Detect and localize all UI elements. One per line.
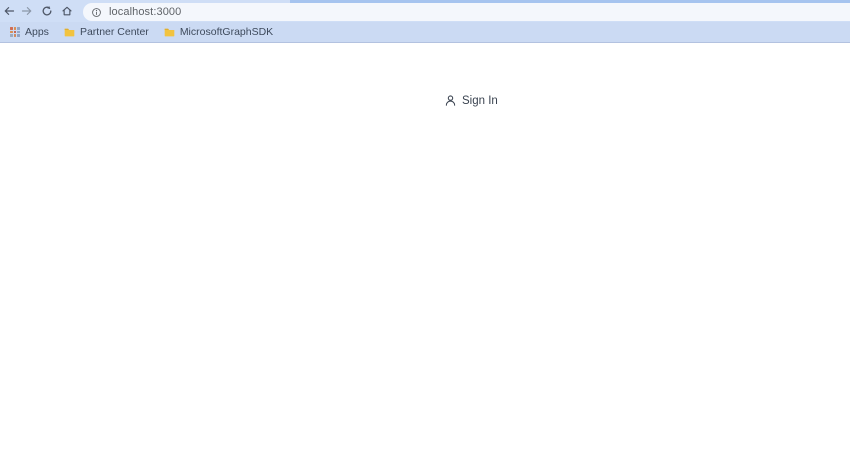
- home-button[interactable]: [59, 3, 75, 19]
- site-info-button[interactable]: [89, 5, 103, 19]
- back-button[interactable]: [1, 3, 17, 19]
- bookmarks-bar: Apps Partner Center MicrosoftGraphSDK: [0, 22, 850, 43]
- folder-icon: [64, 27, 75, 37]
- page-content: Sign In: [0, 44, 850, 460]
- forward-arrow-icon: [21, 5, 33, 17]
- address-bar[interactable]: localhost:3000: [83, 3, 850, 21]
- info-icon: [91, 7, 102, 18]
- url-text: localhost:3000: [109, 6, 182, 18]
- browser-chrome: localhost:3000 Apps Partner Center Micro…: [0, 0, 850, 44]
- bookmark-label: Apps: [25, 26, 49, 38]
- bookmark-folder-partner-center[interactable]: Partner Center: [62, 24, 151, 40]
- back-arrow-icon: [3, 5, 15, 17]
- folder-icon: [164, 27, 175, 37]
- sign-in-button[interactable]: Sign In: [444, 94, 498, 107]
- person-icon: [444, 94, 457, 107]
- forward-button[interactable]: [19, 3, 35, 19]
- sign-in-label: Sign In: [462, 94, 498, 107]
- bookmark-folder-microsoftgraphsdk[interactable]: MicrosoftGraphSDK: [162, 24, 275, 40]
- bookmark-label: MicrosoftGraphSDK: [179, 26, 274, 38]
- home-icon: [61, 5, 73, 17]
- browser-toolbar: localhost:3000: [0, 0, 850, 22]
- apps-grid-icon: [10, 27, 20, 37]
- bookmark-apps[interactable]: Apps: [8, 24, 51, 40]
- reload-button[interactable]: [39, 3, 55, 19]
- reload-icon: [41, 5, 53, 17]
- bookmark-label: Partner Center: [79, 26, 149, 38]
